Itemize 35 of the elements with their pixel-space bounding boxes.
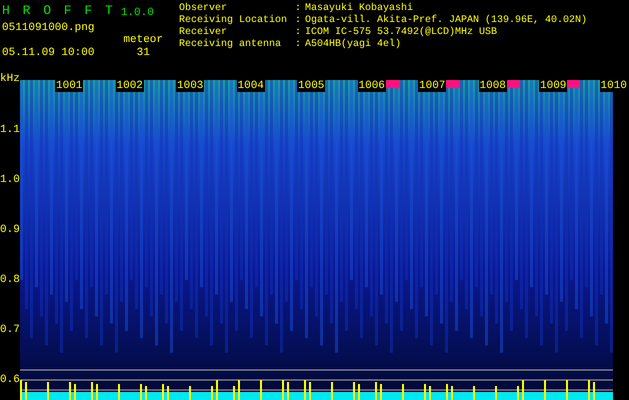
- time-label: 1007: [418, 80, 446, 92]
- frequency-label: 1.0: [0, 174, 20, 186]
- frequency-label: 0.7: [0, 324, 20, 336]
- info-separator: :: [295, 27, 302, 39]
- time-label: 1006: [358, 80, 386, 92]
- frequency-label: 0.8: [0, 274, 20, 286]
- info-label: Receiving Location: [179, 15, 288, 26]
- info-separator: :: [295, 39, 302, 51]
- info-label: Receiving antenna: [179, 39, 282, 51]
- time-label: 1008: [478, 80, 507, 92]
- info-separator: :: [295, 15, 302, 27]
- info-label: Observer: [179, 3, 228, 14]
- info-value: A504HB(yagi 4el): [305, 39, 402, 51]
- info-value: Masayuki Kobayashi: [305, 3, 414, 14]
- time-label: 1003: [176, 80, 204, 92]
- frequency-label: 0.9: [0, 224, 20, 236]
- info-value: Ogata-vill. Akita-Pref. JAPAN (139.96E, 40.02N): [305, 15, 588, 26]
- version: 1.0.0: [120, 7, 154, 19]
- time-label: 1010: [600, 80, 628, 92]
- app-title: H R O F F T: [2, 3, 113, 19]
- info-label: Receiver: [179, 27, 228, 38]
- time-label: 1004: [236, 80, 265, 92]
- time-label: 1009: [539, 80, 568, 92]
- axis-unit: kHz: [0, 73, 20, 85]
- info-value: ICOM IC-575 53.7492(@LCD)MHz USB: [305, 27, 498, 38]
- info-separator: :: [295, 3, 302, 15]
- frequency-label: 0.6: [0, 374, 20, 386]
- meteor-count: 31: [136, 47, 150, 59]
- time-label: 1001: [55, 80, 84, 92]
- file-name: 0511091000.png: [2, 22, 94, 34]
- time-label: 1002: [116, 80, 144, 92]
- time-label: 1005: [297, 80, 326, 92]
- frequency-label: 1.1: [0, 124, 20, 136]
- date-time: 05.11.09 10:00: [2, 47, 94, 59]
- meteor-label: meteor: [123, 34, 163, 46]
